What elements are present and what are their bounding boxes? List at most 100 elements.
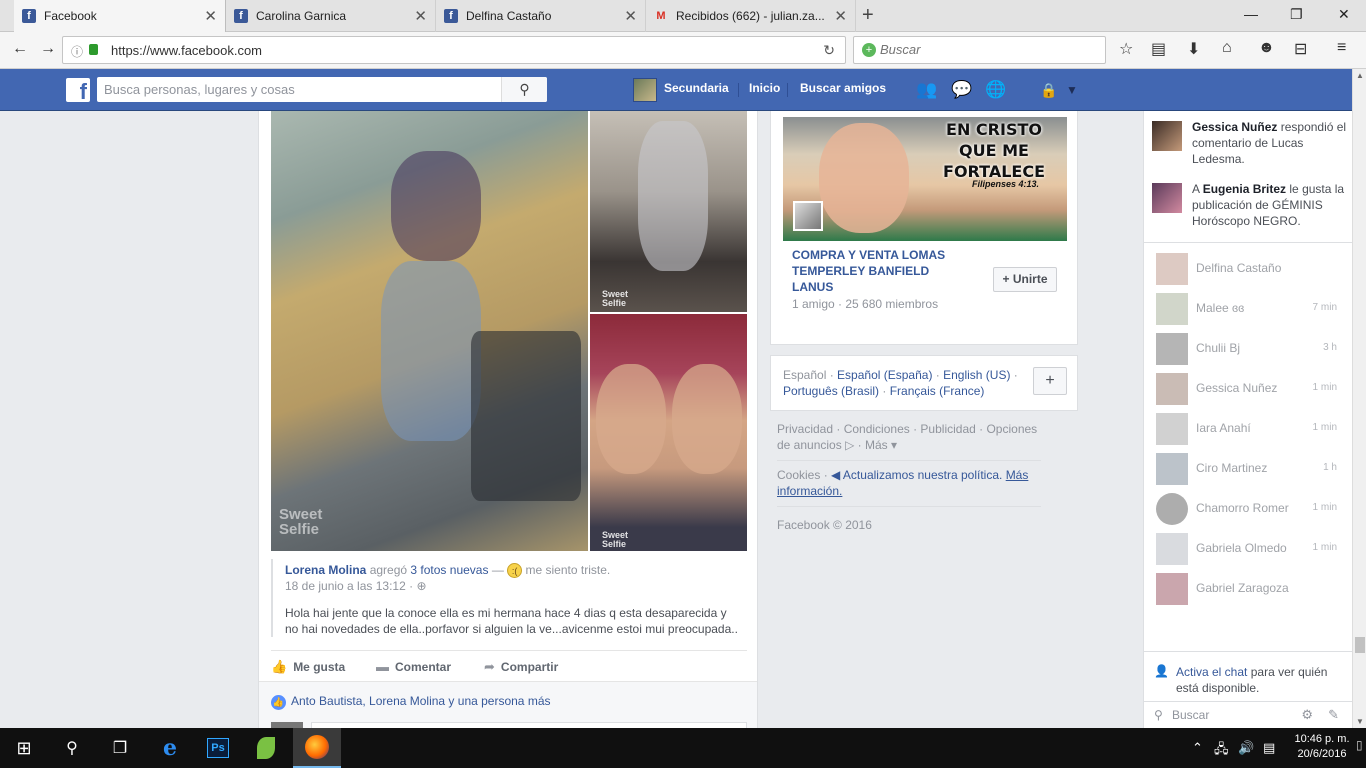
tab-facebook[interactable]: f Facebook ✕ (14, 0, 226, 32)
minimize-icon[interactable]: — (1244, 6, 1258, 22)
privacy-link[interactable]: Privacidad (777, 422, 833, 436)
bookmark-star-icon[interactable]: ☆ (1119, 39, 1133, 59)
post-photo-2[interactable]: Sweet Selfie (590, 111, 747, 312)
language-option[interactable]: Português (Brasil) (783, 384, 879, 398)
search-engine-icon[interactable]: + (862, 43, 876, 57)
hello-icon[interactable]: ☻ (1258, 39, 1275, 57)
share-button[interactable]: ➦ Compartir (484, 659, 558, 675)
chat-contact[interactable]: Ciro Martinez 1 h (1144, 449, 1353, 489)
taskbar-firefox[interactable] (293, 728, 341, 768)
maximize-icon[interactable]: ❐ (1290, 6, 1303, 23)
start-button[interactable]: ⊞ (0, 728, 48, 768)
join-group-button[interactable]: + Unirte (993, 267, 1057, 292)
comment-button[interactable]: ▬ Comentar (376, 659, 451, 674)
tab-gmail[interactable]: M Recibidos (662) - julian.za... ✕ (646, 0, 856, 32)
network-icon[interactable]: 🖧 (1214, 740, 1229, 762)
tray-chevron-icon[interactable]: ⌃ (1192, 740, 1203, 756)
scrollbar-thumb[interactable] (1355, 637, 1365, 653)
ticker-item[interactable]: A Eugenia Britez le gusta la publicación… (1152, 181, 1347, 233)
menu-icon[interactable]: ≡ (1337, 39, 1346, 57)
url-text: https://www.facebook.com (111, 43, 263, 58)
profile-avatar[interactable] (633, 78, 657, 102)
chat-contact[interactable]: Chulii Bj 3 h (1144, 329, 1353, 369)
reading-list-icon[interactable]: ▤ (1151, 39, 1166, 59)
post-timestamp[interactable]: 18 de junio a las 13:12 · ⊕ (285, 579, 427, 593)
facebook-search-input[interactable] (104, 82, 494, 97)
home-link[interactable]: Inicio (749, 81, 780, 95)
ticker-item[interactable]: Gessica Nuñez respondió el comentario de… (1152, 119, 1347, 171)
more-languages-button[interactable]: + (1033, 367, 1067, 395)
chat-contact[interactable]: Gessica Nuñez 1 min (1144, 369, 1353, 409)
chat-contact[interactable]: Malee ɞɞ 7 min (1144, 289, 1353, 329)
chat-contact[interactable]: Chamorro Romer 1 min (1144, 489, 1353, 529)
post-photo-3[interactable]: Sweet Selfie (590, 314, 747, 551)
tab-delfina-castano[interactable]: f Delfina Castaño ✕ (436, 0, 646, 32)
privacy-shortcuts-icon[interactable]: 🔒 (1040, 82, 1057, 99)
terms-link[interactable]: Condiciones (844, 422, 910, 436)
back-icon[interactable]: ← (12, 40, 28, 58)
cookies-link[interactable]: Cookies (777, 468, 820, 482)
taskbar-app[interactable] (242, 728, 290, 768)
chat-contact[interactable]: Gabriel Zaragoza (1144, 569, 1353, 609)
more-link[interactable]: Más (865, 438, 888, 452)
tab-carolina-garnica[interactable]: f Carolina Garnica ✕ (226, 0, 436, 32)
keyboard-icon[interactable]: ▤ (1263, 740, 1275, 756)
gear-icon[interactable]: ⚙ (1301, 707, 1313, 723)
facebook-logo-icon[interactable]: f (66, 78, 90, 104)
activate-chat-link[interactable]: Activa el chat (1176, 665, 1247, 679)
like-button[interactable]: 👍 Me gusta (271, 659, 345, 675)
task-view-button[interactable]: ❐ (96, 728, 144, 768)
advertising-link[interactable]: Publicidad (920, 422, 975, 436)
scroll-down-icon[interactable]: ▼ (1356, 717, 1364, 726)
volume-icon[interactable]: 🔊 (1238, 740, 1254, 756)
language-option[interactable]: Français (France) (890, 384, 985, 398)
forward-icon[interactable]: → (40, 40, 56, 58)
browser-search-input[interactable] (880, 42, 1080, 57)
chat-contact[interactable]: Iara Anahí 1 min (1144, 409, 1353, 449)
close-icon[interactable]: ✕ (834, 7, 847, 25)
download-icon[interactable]: ⬇ (1187, 39, 1200, 59)
likes-summary-link[interactable]: Anto Bautista, Lorena Molina y una perso… (291, 694, 551, 708)
messages-icon[interactable]: 💬 (951, 80, 972, 100)
close-icon[interactable]: ✕ (414, 7, 427, 25)
chat-contact[interactable]: Delfina Castaño (1144, 249, 1353, 289)
taskbar-clock[interactable]: 10:46 p. m. 20/6/2016 (1292, 732, 1352, 762)
language-option[interactable]: English (US) (943, 368, 1010, 382)
taskbar-photoshop[interactable]: Ps (194, 728, 242, 768)
post-author-link[interactable]: Lorena Molina (285, 563, 366, 577)
group-cover-image[interactable]: EN CRISTO QUE ME FORTALECE Filipenses 4:… (783, 117, 1067, 241)
policy-update-link[interactable]: ◀ Actualizamos nuestra política. (831, 468, 1002, 482)
notifications-globe-icon[interactable]: 🌐 (985, 80, 1006, 100)
group-name-link[interactable]: COMPRA Y VENTA LOMAS TEMPERLEY BANFIELD … (792, 247, 972, 295)
close-icon[interactable]: ✕ (204, 7, 217, 25)
browser-search-box[interactable]: + (853, 36, 1106, 64)
contact-name: Gabriel Zaragoza (1196, 581, 1289, 595)
window-close-icon[interactable]: ✕ (1338, 6, 1350, 23)
taskbar-search-button[interactable]: ⚲ (48, 728, 96, 768)
profile-link[interactable]: Secundaria (664, 81, 729, 95)
find-friends-link[interactable]: Buscar amigos (800, 81, 886, 95)
chat-search-input[interactable] (1172, 708, 1292, 722)
page-scrollbar[interactable]: ▲ ▼ (1352, 69, 1366, 728)
info-icon[interactable]: ⓘ (71, 43, 83, 60)
scroll-up-icon[interactable]: ▲ (1356, 71, 1364, 80)
url-bar[interactable]: ⓘ https://www.facebook.com ↻ (62, 36, 846, 64)
search-icon[interactable]: ⚲ (501, 77, 547, 102)
post-photos-link[interactable]: 3 fotos nuevas (410, 563, 488, 577)
close-icon[interactable]: ✕ (624, 7, 637, 25)
chat-contact[interactable]: Gabriela Olmedo 1 min (1144, 529, 1353, 569)
friend-requests-icon[interactable]: 👥 (916, 80, 937, 100)
taskbar-edge[interactable]: e (146, 728, 194, 768)
home-icon[interactable]: ⌂ (1222, 39, 1232, 57)
pocket-icon[interactable]: ⊟ (1294, 39, 1307, 59)
language-option[interactable]: Español (España) (837, 368, 932, 382)
new-tab-icon[interactable]: + (862, 4, 874, 27)
ticker-name[interactable]: Eugenia Britez (1203, 182, 1286, 196)
post-photo-1[interactable]: Sweet Selfie (271, 111, 588, 551)
ticker-name[interactable]: Gessica Nuñez (1192, 120, 1277, 134)
reload-icon[interactable]: ↻ (823, 42, 835, 59)
notifications-icon[interactable]: ▯ (1356, 738, 1363, 752)
compose-icon[interactable]: ✎ (1328, 707, 1339, 723)
facebook-search[interactable]: ⚲ (97, 77, 547, 102)
account-menu-icon[interactable]: ▼ (1066, 83, 1078, 97)
